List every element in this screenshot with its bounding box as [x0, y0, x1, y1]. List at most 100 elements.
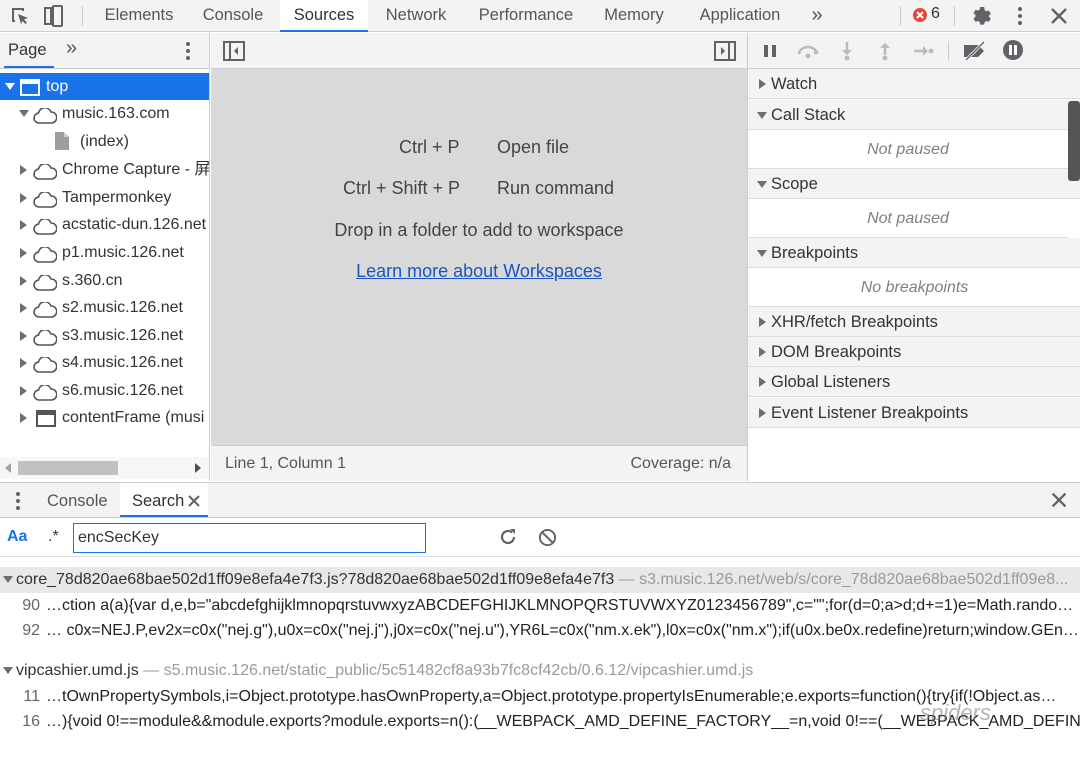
tree-item-domain[interactable]: Chrome Capture - 屏 — [0, 156, 209, 183]
toggle-debugger-icon[interactable] — [714, 41, 736, 66]
coverage-status[interactable]: Coverage: n/a — [630, 455, 731, 473]
step-out-icon[interactable] — [878, 41, 892, 66]
pane-title: DOM Breakpoints — [771, 343, 902, 361]
tab-memory[interactable]: Memory — [594, 0, 674, 32]
result-line[interactable]: 11 …tOwnPropertySymbols,i=Object.prototyp… — [0, 684, 1080, 709]
tree-item-frame[interactable]: contentFrame (musi — [0, 404, 209, 431]
divider — [82, 6, 83, 26]
pane-scope[interactable]: Scope — [748, 169, 1080, 199]
tree-item-top[interactable]: top — [0, 73, 209, 100]
pane-call-stack[interactable]: Call Stack — [748, 100, 1080, 130]
pane-title: Call Stack — [771, 106, 846, 124]
pane-dom-breakpoints[interactable]: DOM Breakpoints — [748, 337, 1080, 367]
kebab-icon[interactable] — [1008, 4, 1032, 28]
step-into-icon[interactable] — [840, 41, 854, 66]
clear-icon[interactable] — [538, 528, 557, 552]
expand-arrow-icon[interactable] — [759, 317, 766, 327]
tree-item-domain[interactable]: s.360.cn — [0, 267, 209, 294]
pane-watch[interactable]: Watch — [748, 69, 1080, 99]
tab-network[interactable]: Network — [374, 0, 458, 32]
expand-arrow-icon[interactable] — [3, 667, 13, 674]
tree-item-domain[interactable]: s2.music.126.net — [0, 294, 209, 321]
line-number: 11 — [23, 688, 40, 705]
expand-arrow-icon[interactable] — [20, 331, 27, 341]
vertical-scrollbar-thumb[interactable] — [1068, 101, 1080, 181]
close-icon[interactable] — [1048, 489, 1070, 516]
chevron-double-right-icon[interactable]: » — [804, 0, 830, 32]
chevron-double-right-icon[interactable]: » — [66, 37, 77, 60]
tree-item-domain[interactable]: p1.music.126.net — [0, 239, 209, 266]
kebab-icon[interactable] — [176, 39, 200, 68]
match-case-toggle[interactable]: Aa — [7, 528, 27, 546]
step-icon[interactable] — [912, 43, 934, 64]
step-over-icon[interactable] — [796, 43, 822, 64]
expand-arrow-icon[interactable] — [20, 248, 27, 258]
tab-performance[interactable]: Performance — [466, 0, 586, 32]
close-icon[interactable] — [1047, 4, 1071, 28]
result-file-header[interactable]: core_78d820ae68bae502d1ff09e8efa4e7f3.js… — [0, 567, 1080, 593]
expand-arrow-icon[interactable] — [20, 358, 27, 368]
error-icon[interactable] — [912, 7, 928, 23]
pane-title: Watch — [771, 75, 818, 93]
search-input[interactable]: encSecKey — [73, 523, 426, 553]
kebab-icon[interactable] — [6, 489, 30, 518]
pane-xhr-breakpoints[interactable]: XHR/fetch Breakpoints — [748, 307, 1080, 337]
gear-icon[interactable] — [970, 4, 994, 28]
result-line[interactable]: 92 … c0x=NEJ.P,ev2x=c0x("nej.g"),u0x=c0x(… — [0, 618, 1080, 643]
tab-application[interactable]: Application — [684, 0, 796, 32]
expand-arrow-icon[interactable] — [20, 413, 27, 423]
learn-more-workspaces-link[interactable]: Learn more about Workspaces — [211, 261, 747, 282]
tree-item-domain[interactable]: Tampermonkey — [0, 184, 209, 211]
tree-item-domain[interactable]: s6.music.126.net — [0, 377, 209, 404]
close-tab-icon[interactable] — [188, 494, 200, 512]
expand-arrow-icon[interactable] — [20, 303, 27, 313]
expand-arrow-icon[interactable] — [759, 408, 766, 418]
tab-elements[interactable]: Elements — [96, 0, 182, 32]
regex-toggle[interactable]: .* — [48, 528, 59, 546]
inspect-icon[interactable] — [8, 4, 32, 28]
expand-arrow-icon[interactable] — [5, 83, 15, 90]
pane-event-listener-breakpoints[interactable]: Event Listener Breakpoints — [748, 398, 1080, 428]
expand-arrow-icon[interactable] — [20, 220, 27, 230]
tree-item-domain[interactable]: acstatic-dun.126.net — [0, 211, 209, 238]
result-line[interactable]: 16 …){void 0!==module&&module.exports?mod… — [0, 709, 1080, 734]
expand-arrow-icon[interactable] — [757, 181, 767, 188]
pane-global-listeners[interactable]: Global Listeners — [748, 367, 1080, 397]
divider — [954, 6, 955, 26]
scroll-left-icon[interactable] — [5, 463, 11, 473]
refresh-icon[interactable] — [498, 527, 518, 552]
tab-console[interactable]: Console — [190, 0, 276, 32]
drawer-tab-console[interactable]: Console — [47, 492, 108, 511]
scrollbar-thumb[interactable] — [18, 461, 118, 475]
horizontal-scrollbar[interactable] — [0, 457, 209, 479]
expand-arrow-icon[interactable] — [19, 110, 29, 117]
tree-item-domain[interactable]: music.163.com — [0, 100, 209, 127]
tab-page[interactable]: Page — [8, 41, 47, 60]
expand-arrow-icon[interactable] — [757, 250, 767, 257]
toggle-navigator-icon[interactable] — [223, 41, 245, 66]
deactivate-breakpoints-icon[interactable] — [962, 40, 988, 66]
expand-arrow-icon[interactable] — [20, 386, 27, 396]
tree-item-file[interactable]: (index) — [0, 128, 209, 155]
expand-arrow-icon[interactable] — [20, 165, 27, 175]
expand-arrow-icon[interactable] — [20, 193, 27, 203]
scroll-right-icon[interactable] — [195, 463, 201, 473]
tree-item-domain[interactable]: s3.music.126.net — [0, 322, 209, 349]
expand-arrow-icon[interactable] — [759, 347, 766, 357]
result-line[interactable]: 90 …ction a(a){var d,e,b="abcdefghijklmno… — [0, 593, 1080, 618]
tab-sources[interactable]: Sources — [280, 0, 368, 32]
expand-arrow-icon[interactable] — [759, 377, 766, 387]
expand-arrow-icon[interactable] — [20, 276, 27, 286]
drawer-tab-search[interactable]: Search — [120, 483, 208, 517]
expand-arrow-icon[interactable] — [759, 79, 766, 89]
pause-on-exceptions-icon[interactable] — [1002, 39, 1024, 66]
expand-arrow-icon[interactable] — [757, 112, 767, 119]
pane-breakpoints[interactable]: Breakpoints — [748, 238, 1080, 268]
tree-item-label: Tampermonkey — [62, 189, 172, 206]
device-toggle-icon[interactable] — [42, 4, 66, 28]
tree-item-domain[interactable]: s4.music.126.net — [0, 349, 209, 376]
result-file-header[interactable]: vipcashier.umd.js — s5.music.126.net/sta… — [0, 658, 1080, 684]
pause-icon[interactable] — [762, 43, 778, 64]
error-count[interactable]: 6 — [931, 5, 940, 23]
expand-arrow-icon[interactable] — [3, 576, 13, 583]
